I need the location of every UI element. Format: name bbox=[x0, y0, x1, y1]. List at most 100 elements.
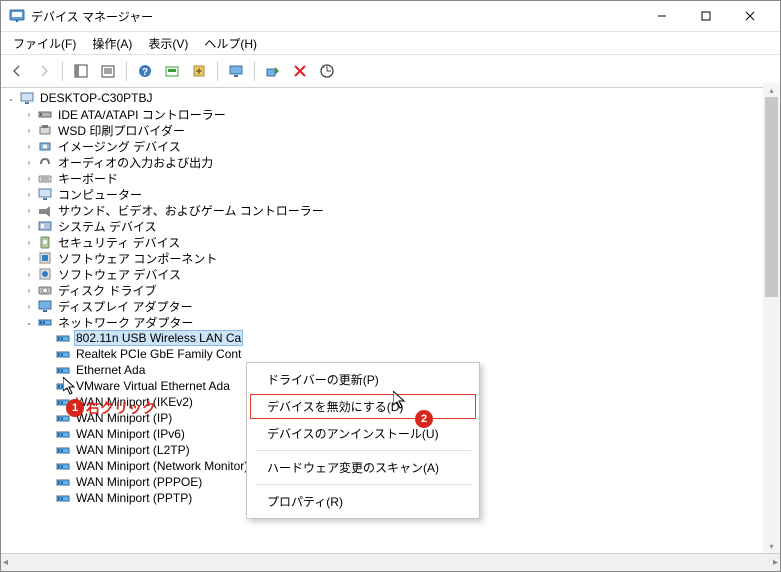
category-icon bbox=[37, 218, 53, 234]
tree-category-row[interactable]: › オーディオの入力および出力 bbox=[23, 154, 780, 170]
device-label: Realtek PCIe GbE Family Cont bbox=[75, 347, 242, 361]
tree-category-row[interactable]: ›ソフトウェア コンポーネント bbox=[23, 250, 780, 266]
tree-category-row[interactable]: ›コンピューター bbox=[23, 186, 780, 202]
scroll-up-icon[interactable]: ▴ bbox=[769, 83, 773, 97]
monitor-button[interactable] bbox=[224, 59, 248, 83]
close-button[interactable] bbox=[728, 1, 772, 31]
expand-icon[interactable]: › bbox=[23, 300, 35, 312]
properties-button[interactable] bbox=[96, 59, 120, 83]
context-menu-disable-device[interactable]: デバイスを無効にする(D) bbox=[249, 393, 477, 420]
expand-icon-none bbox=[41, 396, 53, 408]
tree-category-row[interactable]: › ディスク ドライブ bbox=[23, 282, 780, 298]
category-icon bbox=[37, 170, 53, 186]
menu-help[interactable]: ヘルプ(H) bbox=[196, 33, 265, 54]
cursor-icon bbox=[393, 391, 407, 411]
show-hide-console-tree-button[interactable] bbox=[69, 59, 93, 83]
scan-hardware-button[interactable] bbox=[160, 59, 184, 83]
annotation-1-number: 1 bbox=[72, 402, 78, 414]
context-menu-scan-hardware[interactable]: ハードウェア変更のスキャン(A) bbox=[249, 454, 477, 481]
scroll-down-icon[interactable]: ▾ bbox=[769, 539, 773, 553]
update-driver-button[interactable] bbox=[187, 59, 211, 83]
expand-icon-none bbox=[41, 380, 53, 392]
scroll-right-icon[interactable]: ▸ bbox=[773, 557, 778, 568]
category-label: オーディオの入力および出力 bbox=[57, 154, 214, 171]
expand-icon[interactable]: › bbox=[23, 252, 35, 264]
category-label: イメージング デバイス bbox=[57, 138, 182, 155]
tree-category-row[interactable]: ›ソフトウェア デバイス bbox=[23, 266, 780, 282]
network-adapter-icon bbox=[55, 474, 71, 490]
menu-view[interactable]: 表示(V) bbox=[140, 33, 196, 54]
expand-icon-none bbox=[41, 332, 53, 344]
annotation-bubble-2: 2 bbox=[415, 410, 433, 428]
category-label: セキュリティ デバイス bbox=[57, 234, 181, 251]
tree-category-row[interactable]: › システム デバイス bbox=[23, 218, 780, 234]
tree-category-row[interactable]: ›IDE ATA/ATAPI コントローラー bbox=[23, 106, 780, 122]
context-menu-properties[interactable]: プロパティ(R) bbox=[249, 488, 477, 515]
scroll-left-icon[interactable]: ◂ bbox=[3, 557, 8, 568]
uninstall-device-button[interactable] bbox=[315, 59, 339, 83]
collapse-icon[interactable]: ⌄ bbox=[5, 92, 17, 104]
enable-device-button[interactable] bbox=[261, 59, 285, 83]
network-adapter-icon bbox=[55, 442, 71, 458]
category-label: ディスク ドライブ bbox=[57, 282, 158, 299]
network-adapter-icon bbox=[55, 490, 71, 506]
tree-category-row[interactable]: ›WSD 印刷プロバイダー bbox=[23, 122, 780, 138]
expand-icon[interactable]: › bbox=[23, 124, 35, 136]
context-menu-separator bbox=[255, 450, 471, 451]
expand-icon[interactable]: › bbox=[23, 204, 35, 216]
maximize-button[interactable] bbox=[684, 1, 728, 31]
context-menu-update-driver[interactable]: ドライバーの更新(P) bbox=[249, 366, 477, 393]
toolbar-separator bbox=[217, 61, 218, 81]
expand-icon[interactable]: › bbox=[23, 236, 35, 248]
horizontal-scrollbar[interactable]: ◂ ▸ bbox=[1, 553, 780, 571]
tree-category-row[interactable]: ›ディスプレイ アダプター bbox=[23, 298, 780, 314]
disable-device-button[interactable] bbox=[288, 59, 312, 83]
device-tree[interactable]: ⌄ DESKTOP-C30PTBJ ›IDE ATA/ATAPI コントローラー… bbox=[1, 88, 780, 553]
device-label: WAN Miniport (L2TP) bbox=[75, 443, 191, 457]
tree-device-row[interactable]: 802.11n USB Wireless LAN Ca bbox=[41, 330, 780, 346]
expand-icon[interactable]: › bbox=[23, 284, 35, 296]
category-icon bbox=[37, 250, 53, 266]
tree-category-row[interactable]: ›サウンド、ビデオ、およびゲーム コントローラー bbox=[23, 202, 780, 218]
menubar: ファイル(F) 操作(A) 表示(V) ヘルプ(H) bbox=[1, 32, 780, 55]
vertical-scrollbar[interactable]: ▴ ▾ bbox=[763, 83, 780, 553]
tree-category-row[interactable]: ›キーボード bbox=[23, 170, 780, 186]
expand-icon[interactable]: › bbox=[23, 268, 35, 280]
category-icon bbox=[37, 282, 53, 298]
minimize-button[interactable] bbox=[640, 1, 684, 31]
device-label: Ethernet Ada bbox=[75, 363, 146, 377]
expand-icon[interactable]: › bbox=[23, 140, 35, 152]
back-button[interactable] bbox=[5, 59, 29, 83]
annotation-1-text: 右クリック bbox=[86, 398, 156, 418]
scrollbar-thumb[interactable] bbox=[765, 97, 778, 297]
menu-action[interactable]: 操作(A) bbox=[84, 33, 140, 54]
expand-icon-none bbox=[41, 444, 53, 456]
category-icon bbox=[37, 138, 53, 154]
expand-icon[interactable]: › bbox=[23, 108, 35, 120]
context-menu-uninstall-device[interactable]: デバイスのアンインストール(U) bbox=[249, 420, 477, 447]
window-controls bbox=[640, 1, 772, 31]
tree-root-row[interactable]: ⌄ DESKTOP-C30PTBJ bbox=[5, 90, 780, 106]
menu-file[interactable]: ファイル(F) bbox=[5, 33, 84, 54]
context-menu: ドライバーの更新(P) デバイスを無効にする(D) デバイスのアンインストール(… bbox=[246, 362, 480, 519]
category-icon bbox=[37, 122, 53, 138]
device-label: WAN Miniport (IPv6) bbox=[75, 427, 186, 441]
expand-icon[interactable]: ⌄ bbox=[23, 316, 35, 328]
category-label: システム デバイス bbox=[57, 218, 158, 235]
expand-icon[interactable]: › bbox=[23, 188, 35, 200]
tree-category-row[interactable]: › イメージング デバイス bbox=[23, 138, 780, 154]
expand-icon-none bbox=[41, 492, 53, 504]
computer-icon bbox=[19, 90, 35, 106]
tree-category-row[interactable]: › セキュリティ デバイス bbox=[23, 234, 780, 250]
expand-icon[interactable]: › bbox=[23, 172, 35, 184]
expand-icon[interactable]: › bbox=[23, 156, 35, 168]
expand-icon-none bbox=[41, 364, 53, 376]
tree-device-row[interactable]: Realtek PCIe GbE Family Cont bbox=[41, 346, 780, 362]
category-icon bbox=[37, 154, 53, 170]
expand-icon[interactable]: › bbox=[23, 220, 35, 232]
category-icon bbox=[37, 202, 53, 218]
forward-button[interactable] bbox=[32, 59, 56, 83]
annotation-bubble-1: 1 bbox=[66, 399, 84, 417]
help-button[interactable]: ? bbox=[133, 59, 157, 83]
tree-category-row[interactable]: ⌄ネットワーク アダプター bbox=[23, 314, 780, 330]
